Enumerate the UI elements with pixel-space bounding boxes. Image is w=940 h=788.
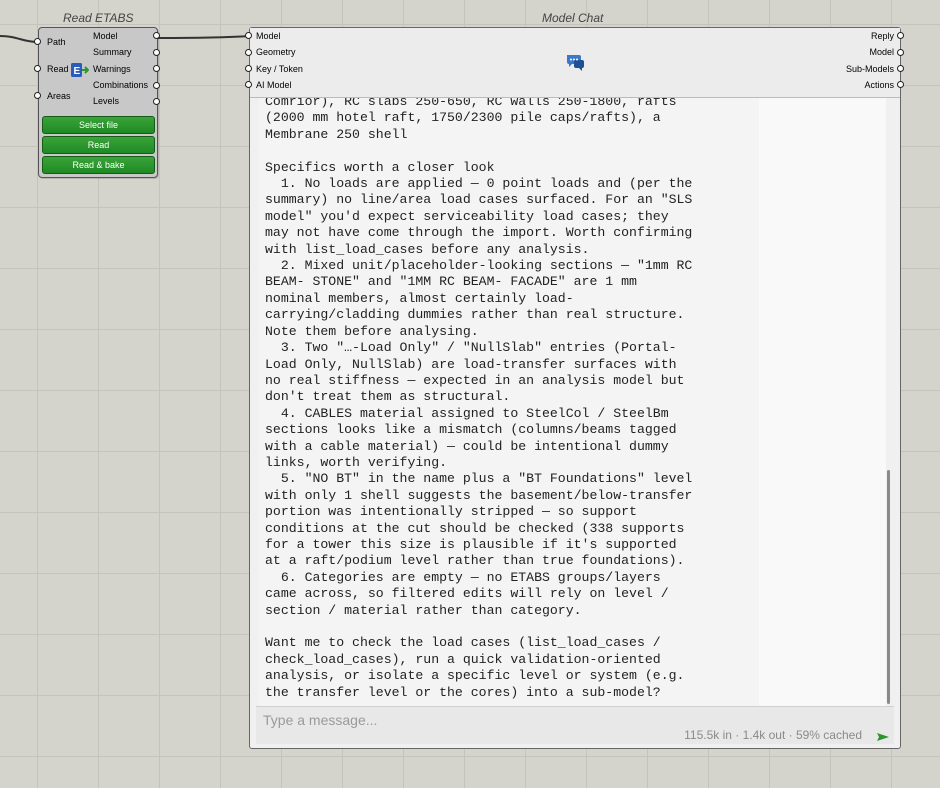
transcript-line: [265, 619, 757, 635]
output-label-model: Model: [93, 31, 118, 41]
transcript-line: carrying/cladding dummies rather than re…: [265, 307, 685, 323]
summary-output-grip[interactable]: [153, 49, 160, 56]
transcript-line: the transfer level or the cores) into a …: [265, 684, 661, 700]
transcript-line: [265, 143, 757, 159]
input-label-model: Model: [256, 31, 281, 41]
transcript-line: (2000 mm hotel raft, 1750/2300 pile caps…: [265, 110, 661, 126]
model-output-grip[interactable]: [153, 32, 160, 39]
output-label-warnings: Warnings: [93, 64, 131, 74]
path-input-grip[interactable]: [34, 38, 41, 45]
read-and-bake-button[interactable]: Read & bake: [42, 156, 155, 174]
transcript-line: 1. No loads are applied — 0 point loads …: [265, 176, 693, 192]
send-arrow-icon[interactable]: [876, 731, 890, 743]
etabs-export-icon: E: [71, 63, 89, 77]
transcript-line: nominal members, almost certainly load-: [265, 290, 574, 306]
transcript-line: came across, so filtered edits will rely…: [265, 586, 669, 602]
chat-component-header: Model Geometry Key / Token AI Model Repl…: [245, 28, 904, 98]
transcript-line: Load Only, NullSlab) are load-transfer s…: [265, 356, 677, 372]
transcript-line: at a raft/podium level rather than true …: [265, 553, 685, 569]
select-file-button[interactable]: Select file: [42, 116, 155, 134]
transcript-line: 4. CABLES material assigned to SteelCol …: [265, 405, 669, 421]
read-input-grip[interactable]: [34, 65, 41, 72]
transcript-line: may not have come through the import. Wo…: [265, 225, 693, 241]
transcript-line: links, worth verifying.: [265, 454, 448, 470]
transcript-line: conditions at the cut should be checked …: [265, 520, 685, 536]
chat-side-pane: [759, 98, 890, 706]
transcript-line: 6. Categories are empty — no ETABS group…: [265, 569, 661, 585]
transcript-line: model" you'd expect serviceability load …: [265, 208, 669, 224]
warnings-output-grip[interactable]: [153, 65, 160, 72]
read-etabs-title: Read ETABS: [63, 11, 134, 25]
combinations-output-grip[interactable]: [153, 82, 160, 89]
transcript-line: sections looks like a mismatch (columns/…: [265, 422, 677, 438]
output-label-summary: Summary: [93, 47, 132, 57]
transcript-line: Membrane 250 shell: [265, 126, 408, 142]
output-label-levels: Levels: [93, 96, 120, 106]
levels-output-grip[interactable]: [153, 98, 160, 105]
input-label-path: Path: [47, 37, 66, 47]
wire-model-to-chat: [158, 35, 251, 39]
transcript-line: for a tower this size is plausible if it…: [265, 536, 677, 552]
transcript-line: portion was intentionally stripped — so …: [265, 504, 637, 520]
output-label-sub-models: Sub-Models: [845, 64, 894, 74]
output-label-model-out: Model: [869, 47, 894, 57]
transcript-line: Specifics worth a closer look: [265, 159, 495, 175]
output-label-actions: Actions: [864, 80, 894, 90]
input-label-geometry: Geometry: [256, 47, 296, 57]
assistant-message: Comrior), RC slabs 250-650, RC walls 250…: [265, 98, 757, 701]
transcript-line: no real stiffness — expected in an analy…: [265, 372, 685, 388]
transcript-line: with list_load_cases before any analysis…: [265, 241, 590, 257]
areas-input-grip[interactable]: [34, 92, 41, 99]
input-label-ai-model: AI Model: [256, 80, 292, 90]
transcript-line: Note them before analysing.: [265, 323, 479, 339]
output-label-combinations: Combinations: [93, 80, 149, 90]
model-chat-title: Model Chat: [542, 11, 604, 25]
transcript-line: Comrior), RC slabs 250-650, RC walls 250…: [265, 98, 677, 109]
transcript-line: don't treat them as structural.: [265, 389, 511, 405]
chat-bubbles-icon: [567, 55, 584, 71]
transcript-line: with only 1 shell suggests the basement/…: [265, 487, 693, 503]
transcript-line: section / material rather than category.: [265, 602, 582, 618]
input-label-read: Read: [47, 64, 69, 74]
sub-models-output-grip[interactable]: [897, 65, 904, 72]
message-input[interactable]: [256, 707, 894, 729]
transcript-line: 5. "NO BT" in the name plus a "BT Founda…: [265, 471, 693, 487]
geometry-input-grip[interactable]: [245, 49, 252, 56]
input-label-areas: Areas: [47, 91, 71, 101]
ai-model-input-grip[interactable]: [245, 81, 252, 88]
transcript-line: BEAM- STONE" and "1MM RC BEAM- FACADE" a…: [265, 274, 637, 290]
output-label-reply: Reply: [870, 31, 894, 41]
svg-text:E: E: [74, 66, 81, 77]
transcript-line: summary) no line/area load cases surface…: [265, 192, 693, 208]
token-usage-stats: 115.5k in · 1.4k out · 59% cached: [684, 728, 862, 742]
transcript-line: 2. Mixed unit/placeholder-looking sectio…: [265, 258, 693, 274]
transcript-scrollbar-thumb[interactable]: [887, 470, 890, 704]
chat-transcript[interactable]: Comrior), RC slabs 250-650, RC walls 250…: [259, 98, 759, 706]
read-button[interactable]: Read: [42, 136, 155, 154]
model-input-grip[interactable]: [245, 32, 252, 39]
model-output-grip[interactable]: [897, 49, 904, 56]
transcript-line: with a cable material) — could be intent…: [265, 438, 669, 454]
transcript-line: Want me to check the load cases (list_lo…: [265, 635, 661, 651]
input-label-key-token: Key / Token: [256, 64, 303, 74]
transcript-line: 3. Two "…-Load Only" / "NullSlab" entrie…: [265, 340, 677, 356]
actions-output-grip[interactable]: [897, 81, 904, 88]
reply-output-grip[interactable]: [897, 32, 904, 39]
model-chat-component[interactable]: Model Geometry Key / Token AI Model Repl…: [245, 27, 904, 749]
key-token-input-grip[interactable]: [245, 65, 252, 72]
message-input-bar: 115.5k in · 1.4k out · 59% cached: [256, 706, 894, 744]
transcript-line: check_load_cases), run a quick validatio…: [265, 651, 661, 667]
transcript-line: analysis, or isolate a specific level or…: [265, 668, 685, 684]
read-etabs-component[interactable]: Path Read Areas E Model Summary Warnings…: [34, 27, 160, 178]
